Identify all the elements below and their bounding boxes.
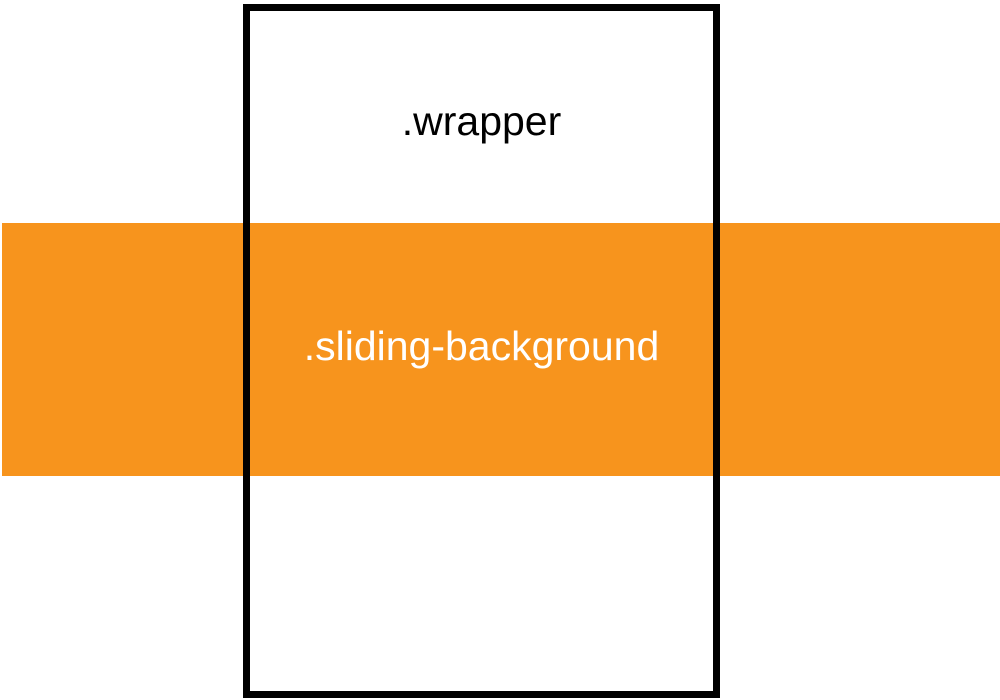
- css-layout-diagram: .wrapper .sliding-background: [0, 0, 1000, 700]
- wrapper-label: .wrapper: [401, 98, 562, 144]
- sliding-background-label: .sliding-background: [303, 323, 660, 369]
